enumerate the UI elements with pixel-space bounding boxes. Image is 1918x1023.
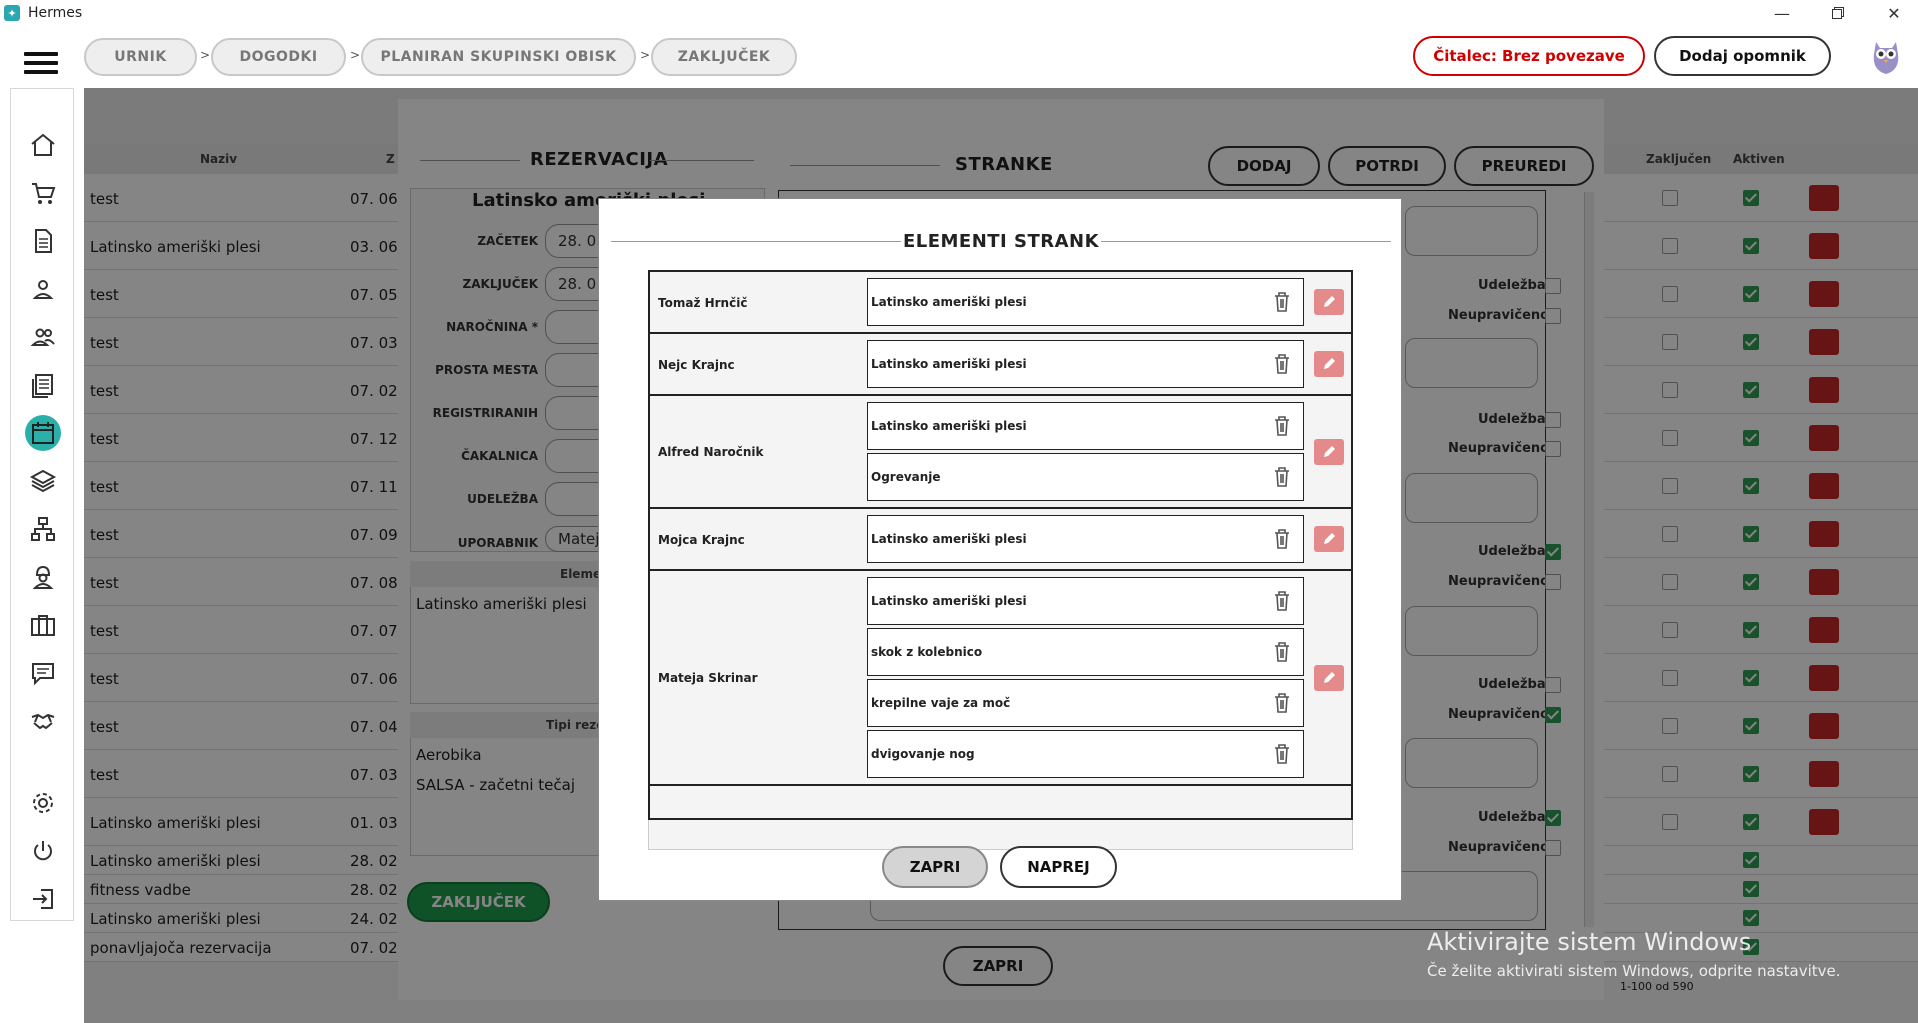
trash-icon[interactable] (1273, 466, 1291, 488)
trash-icon[interactable] (1273, 743, 1291, 765)
table-row: Nejc Krajnc Latinsko ameriški plesi (650, 334, 1351, 396)
customer-elements-table: Tomaž Hrnčič Latinsko ameriški plesi Nej… (648, 270, 1353, 820)
table-row: Alfred Naročnik Latinsko ameriški plesi … (650, 396, 1351, 509)
breadcrumb-zakljucek[interactable]: ZAKLJUČEK (651, 38, 797, 76)
power-icon[interactable] (25, 833, 61, 869)
trash-icon[interactable] (1273, 353, 1291, 375)
customer-name: Nejc Krajnc (658, 358, 735, 372)
element-cell: Latinsko ameriški plesi (867, 278, 1304, 326)
table-row: Mojca Krajnc Latinsko ameriški plesi (650, 509, 1351, 571)
minimize-icon[interactable]: — (1762, 0, 1802, 26)
document-icon[interactable] (25, 223, 61, 259)
window-titlebar: ✦ Hermes — ✕ (0, 0, 1918, 26)
home-icon[interactable] (25, 127, 61, 163)
notes-icon[interactable] (25, 367, 61, 403)
pencil-icon (1324, 672, 1335, 683)
next-button[interactable]: NAPREJ (1000, 846, 1117, 888)
breadcrumb-separator: > (640, 48, 651, 62)
element-cell: dvigovanje nog (867, 730, 1304, 778)
add-reminder-button[interactable]: Dodaj opomnik (1654, 36, 1831, 76)
hierarchy-icon[interactable] (25, 511, 61, 547)
owl-avatar-icon[interactable] (1868, 36, 1904, 76)
element-cell: Latinsko ameriški plesi (867, 515, 1304, 563)
trash-icon[interactable] (1273, 590, 1291, 612)
pencil-icon (1324, 446, 1335, 457)
element-cell: Latinsko ameriški plesi (867, 402, 1304, 450)
edit-button[interactable] (1314, 351, 1344, 377)
window-title: Hermes (28, 5, 83, 21)
trash-icon[interactable] (1273, 692, 1291, 714)
restore-icon[interactable] (1818, 0, 1858, 26)
close-modal-button[interactable]: ZAPRI (882, 846, 988, 888)
logout-icon[interactable] (25, 881, 61, 917)
windows-activation-watermark: Aktivirajte sistem Windows (1427, 928, 1752, 956)
edit-button[interactable] (1314, 439, 1344, 465)
customer-name: Tomaž Hrnčič (658, 296, 748, 310)
table-row: Mateja Skrinar Latinsko ameriški plesi s… (650, 571, 1351, 786)
trash-icon[interactable] (1273, 641, 1291, 663)
users-icon[interactable] (25, 319, 61, 355)
breadcrumb-separator: > (200, 48, 211, 62)
customer-name: Alfred Naročnik (658, 445, 764, 459)
element-cell: Latinsko ameriški plesi (867, 577, 1304, 625)
trash-icon[interactable] (1273, 415, 1291, 437)
customer-elements-modal: ELEMENTI STRANK Tomaž Hrnčič Latinsko am… (598, 198, 1402, 901)
edit-button[interactable] (1314, 665, 1344, 691)
gear-icon[interactable] (25, 785, 61, 821)
user-icon[interactable] (25, 271, 61, 307)
windows-activation-hint: Če želite aktivirati sistem Windows, odp… (1427, 962, 1841, 980)
pencil-icon (1324, 358, 1335, 369)
reader-status-button[interactable]: Čitalec: Brez povezave (1413, 36, 1645, 76)
customer-name: Mojca Krajnc (658, 533, 745, 547)
pencil-icon (1324, 296, 1335, 307)
edit-button[interactable] (1314, 526, 1344, 552)
trash-icon[interactable] (1273, 528, 1291, 550)
table-footer (648, 820, 1353, 850)
breadcrumb-planiran-skupinski-obisk[interactable]: PLANIRAN SKUPINSKI OBISK (361, 38, 636, 76)
calendar-icon[interactable] (25, 415, 61, 451)
sidebar (10, 88, 74, 921)
chat-icon[interactable] (25, 655, 61, 691)
hermes-logo-icon: ✦ (4, 5, 20, 21)
table-row: Tomaž Hrnčič Latinsko ameriški plesi (650, 272, 1351, 334)
cart-icon[interactable] (25, 175, 61, 211)
layers-icon[interactable] (25, 463, 61, 499)
worker-icon[interactable] (25, 559, 61, 595)
element-cell: skok z kolebnico (867, 628, 1304, 676)
pencil-icon (1324, 533, 1335, 544)
element-cell: Latinsko ameriški plesi (867, 340, 1304, 388)
element-cell: krepilne vaje za moč (867, 679, 1304, 727)
close-window-icon[interactable]: ✕ (1874, 0, 1914, 26)
breadcrumb-dogodki[interactable]: DOGODKI (211, 38, 346, 76)
briefcase-icon[interactable] (25, 607, 61, 643)
hamburger-menu-icon[interactable] (24, 52, 58, 76)
divider (1101, 241, 1391, 242)
element-cell: Ogrevanje (867, 453, 1304, 501)
breadcrumb-separator: > (350, 48, 361, 62)
edit-button[interactable] (1314, 289, 1344, 315)
trash-icon[interactable] (1273, 291, 1291, 313)
customer-name: Mateja Skrinar (658, 671, 758, 685)
breadcrumb-urnik[interactable]: URNIK (84, 38, 197, 76)
handshake-icon[interactable] (25, 703, 61, 739)
